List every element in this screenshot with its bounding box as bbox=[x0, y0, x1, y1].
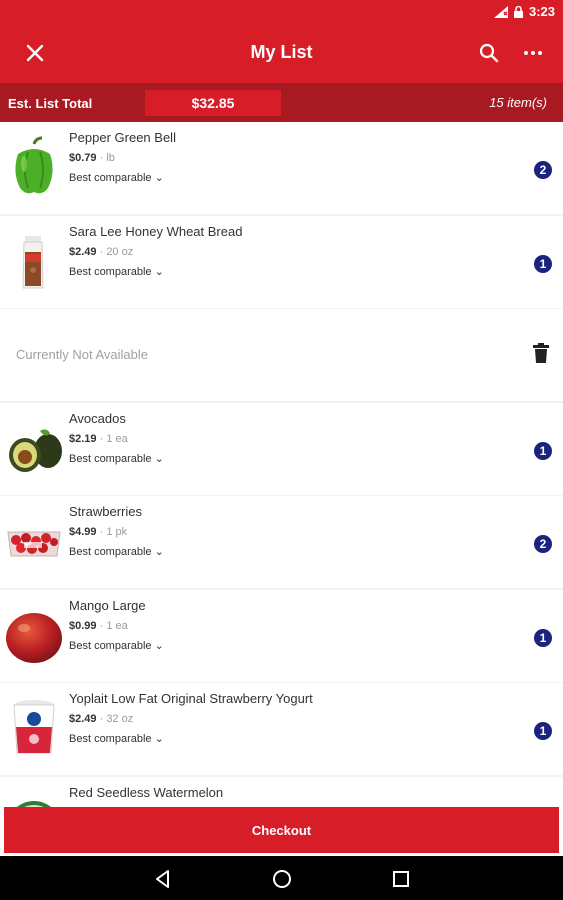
not-available-text: Currently Not Available bbox=[16, 347, 148, 362]
product-price: $2.49 · 20 oz bbox=[69, 245, 134, 258]
quantity-badge[interactable]: 2 bbox=[534, 535, 552, 553]
app-bar: My List bbox=[0, 24, 563, 83]
best-comparable-dropdown[interactable]: Best comparable ⌄ bbox=[69, 265, 164, 278]
product-price: $0.99 · 1 ea bbox=[69, 619, 128, 632]
list-item[interactable]: Strawberries $4.99 · 1 pk Best comparabl… bbox=[0, 496, 563, 588]
unavailable-item: Currently Not Available bbox=[0, 309, 563, 401]
quantity-badge[interactable]: 1 bbox=[534, 254, 552, 273]
product-name[interactable]: Yoplait Low Fat Original Strawberry Yogu… bbox=[69, 691, 313, 706]
yogurt-tub-image bbox=[13, 700, 55, 754]
product-name[interactable]: Strawberries bbox=[69, 504, 142, 519]
avocado-image bbox=[9, 428, 62, 472]
status-icons: 3:23 bbox=[493, 4, 555, 19]
product-name[interactable]: Pepper Green Bell bbox=[69, 130, 176, 145]
best-comparable-dropdown[interactable]: Best comparable ⌄ bbox=[69, 639, 164, 652]
total-label: Est. List Total bbox=[8, 96, 93, 111]
product-name[interactable]: Red Seedless Watermelon bbox=[69, 785, 223, 800]
best-comparable-dropdown[interactable]: Best comparable ⌄ bbox=[69, 171, 164, 184]
status-bar: 3:23 bbox=[0, 0, 563, 24]
chevron-down-icon: ⌄ bbox=[154, 546, 164, 558]
quantity-badge[interactable]: 1 bbox=[534, 722, 552, 740]
best-comparable-dropdown[interactable]: Best comparable ⌄ bbox=[69, 732, 164, 745]
lock-icon bbox=[513, 5, 523, 18]
system-nav-bar bbox=[0, 856, 563, 900]
watermelon-image bbox=[16, 800, 52, 807]
total-amount: $32.85 bbox=[145, 90, 281, 116]
quantity-badge[interactable]: 1 bbox=[534, 628, 552, 647]
shopping-list[interactable]: Pepper Green Bell $0.79 · lb Best compar… bbox=[0, 122, 563, 807]
chevron-down-icon: ⌄ bbox=[154, 733, 164, 745]
list-item[interactable]: Avocados $2.19 · 1 ea Best comparable ⌄ … bbox=[0, 402, 563, 495]
search-icon[interactable] bbox=[477, 41, 501, 65]
chevron-down-icon: ⌄ bbox=[154, 639, 164, 652]
recents-icon[interactable] bbox=[390, 868, 412, 890]
status-time: 3:23 bbox=[528, 4, 555, 19]
product-name[interactable]: Mango Large bbox=[69, 598, 146, 613]
chevron-down-icon: ⌄ bbox=[154, 172, 164, 184]
product-price: $0.79 · lb bbox=[69, 152, 115, 164]
chevron-down-icon: ⌄ bbox=[154, 265, 164, 278]
list-item[interactable]: Red Seedless Watermelon bbox=[0, 776, 563, 807]
quantity-badge[interactable]: 1 bbox=[534, 441, 552, 460]
strawberries-image bbox=[7, 531, 61, 557]
more-horizontal-icon[interactable] bbox=[521, 41, 545, 65]
product-name[interactable]: Sara Lee Honey Wheat Bread bbox=[69, 224, 242, 239]
checkout-button[interactable]: Checkout bbox=[4, 807, 559, 853]
list-item[interactable]: Pepper Green Bell $0.79 · lb Best compar… bbox=[0, 122, 563, 214]
bread-loaf-image bbox=[22, 235, 44, 288]
list-item[interactable]: Sara Lee Honey Wheat Bread $2.49 · 20 oz… bbox=[0, 215, 563, 308]
list-item[interactable]: Mango Large $0.99 · 1 ea Best comparable… bbox=[0, 589, 563, 682]
trash-icon[interactable] bbox=[533, 343, 549, 363]
product-price: $2.49 · 32 oz bbox=[69, 713, 134, 725]
home-icon[interactable] bbox=[271, 868, 293, 890]
back-icon[interactable] bbox=[152, 868, 174, 890]
best-comparable-dropdown[interactable]: Best comparable ⌄ bbox=[69, 545, 164, 558]
quantity-badge[interactable]: 2 bbox=[534, 161, 552, 179]
product-name[interactable]: Avocados bbox=[69, 411, 126, 426]
product-price: $2.19 · 1 ea bbox=[69, 432, 128, 445]
item-count: 15 item(s) bbox=[489, 95, 547, 110]
product-price: $4.99 · 1 pk bbox=[69, 526, 128, 538]
chevron-down-icon: ⌄ bbox=[154, 452, 164, 465]
green-pepper-image bbox=[15, 136, 53, 194]
best-comparable-dropdown[interactable]: Best comparable ⌄ bbox=[69, 452, 164, 465]
list-item[interactable]: Yoplait Low Fat Original Strawberry Yogu… bbox=[0, 683, 563, 775]
mango-image bbox=[6, 612, 62, 663]
signal-icon bbox=[493, 5, 508, 18]
list-total-bar: Est. List Total $32.85 15 item(s) bbox=[0, 83, 563, 122]
